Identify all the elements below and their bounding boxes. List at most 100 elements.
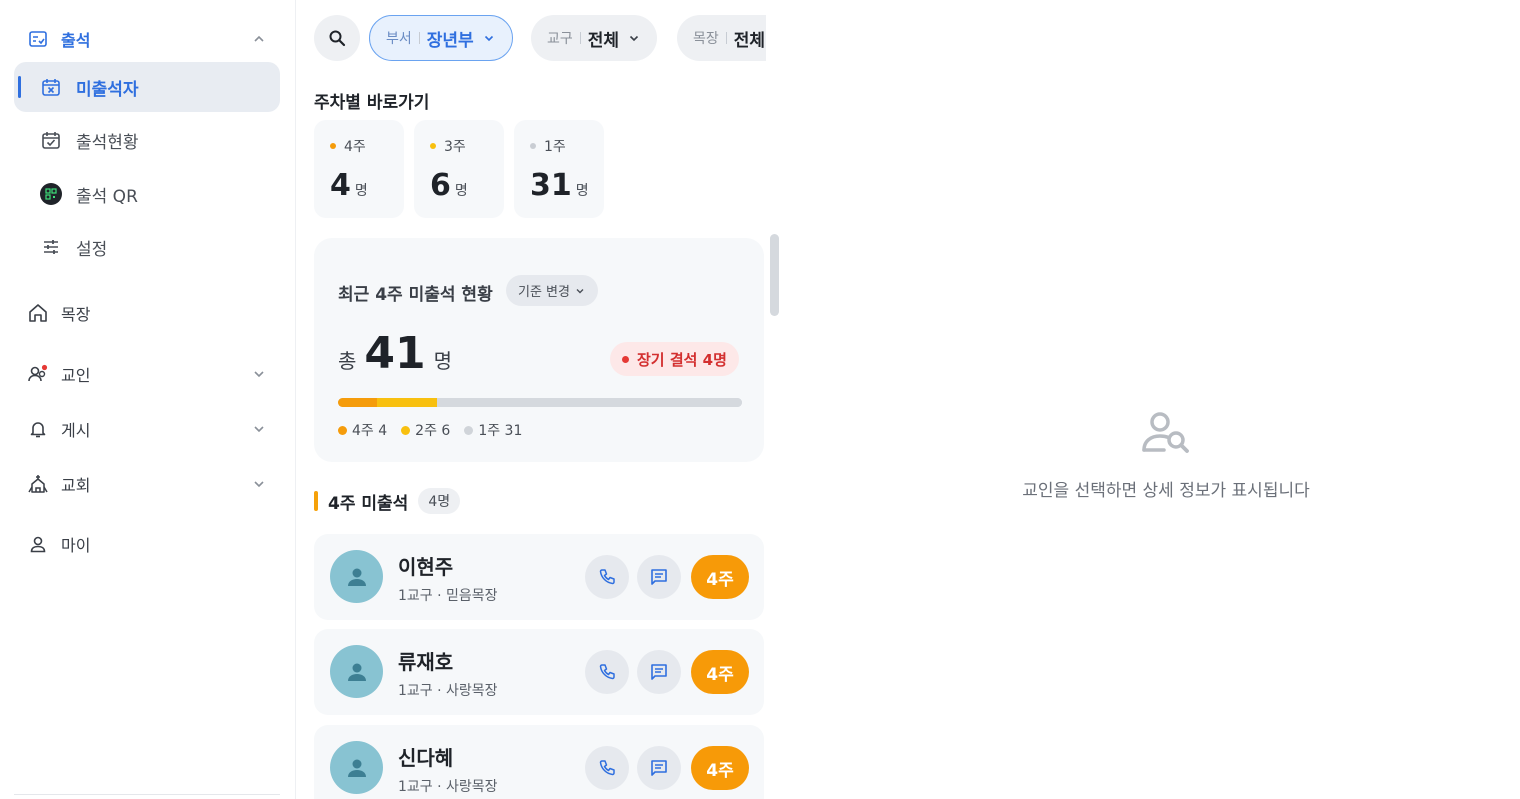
progress-segment-0 [338,398,378,407]
person-subtitle: 1교구 · 사랑목장 [398,683,498,699]
legend-label: 2주 6 [415,423,451,439]
legend-item-4w: 4주 4 [338,420,387,440]
filter-chip-parish[interactable]: 교구 전체 [531,15,658,61]
chevron-down-icon [484,35,493,42]
user-icon [27,533,49,555]
week-card-label: 1주 [530,136,588,156]
nav-group-cell[interactable]: 목장 [14,290,280,336]
legend-label: 4주 4 [352,423,388,439]
progress-legend: 4주 4 2주 6 1주 31 [338,420,536,440]
filter-separator [725,32,727,44]
legend-dot [338,425,347,435]
week-badge: 4주 [691,650,749,694]
nav-group-my-label: 마이 [61,536,91,555]
message-icon [651,760,667,776]
message-button[interactable] [637,650,681,694]
legend-dot [401,425,411,435]
user-silhouette-icon [347,568,366,586]
long-absence-badge[interactable]: 장기 결석 4명 [610,342,739,376]
users-icon [27,363,49,385]
sidebar-item-absentees-label: 미출석자 [76,79,139,100]
filter-value: 전체 [587,30,620,51]
nav-group-church[interactable]: 교회 [14,461,280,507]
avatar [330,645,383,698]
week-unit: 명 [454,183,468,199]
week-card-1[interactable]: 1주 31 명 [514,120,604,218]
message-button[interactable] [637,746,681,790]
absence-progress-bar [338,398,742,407]
phone-icon [599,664,615,680]
list-item[interactable]: 류재호 1교구 · 사랑목장 4주 [314,629,764,715]
week-dot [330,143,336,149]
user-search-icon [1142,412,1189,453]
total-prefix: 총 [338,349,357,373]
sidebar-item-qr-label: 출석 QR [76,186,138,207]
phone-icon [599,760,615,776]
person-name: 신다혜 [398,746,454,770]
week-card-count: 4명 [330,168,388,203]
call-button[interactable] [585,555,629,599]
scrollbar-thumb[interactable] [770,234,779,316]
call-button[interactable] [585,650,629,694]
list-header: 4주 미출석 4명 [314,488,461,514]
filter-value: 장년부 [426,30,474,51]
week-count: 31 [530,168,572,203]
nav-group-attendance-label: 출석 [61,31,91,50]
legend-item-2w: 2주 6 [401,420,450,440]
list-item[interactable]: 이현주 1교구 · 믿음목장 4주 [314,534,764,620]
week-unit: 명 [354,183,368,199]
nav-group-attendance[interactable]: 출석 [14,16,280,62]
week-card-3[interactable]: 3주 6명 [414,120,504,218]
week-card-count: 6명 [430,168,488,203]
filter-chip-cell[interactable]: 목장 전체 [677,15,766,61]
user-silhouette-icon [347,759,366,777]
search-button[interactable] [314,15,360,61]
week-badge: 4주 [691,746,749,790]
filter-key: 부서 [386,31,412,47]
sidebar-item-settings[interactable]: 설정 [14,222,280,272]
sidebar-item-qr[interactable]: 출석 QR [14,169,280,219]
message-button[interactable] [637,555,681,599]
filter-separator [579,32,581,44]
summary-title: 최근 4주 미출석 현황 [338,285,493,305]
alert-dot [622,355,629,363]
nav-group-cell-label: 목장 [61,305,91,324]
weekly-shortcut-title: 주차별 바로가기 [314,93,430,113]
home-icon [27,302,49,324]
criteria-change-label: 기준 변경 [518,285,570,300]
member-detail-empty-state: 교인을 선택하면 상세 정보가 표시됩니다 [780,0,1520,799]
nav-group-board-label: 게시 [61,421,91,440]
sliders-icon [40,236,62,258]
total-unit: 명 [433,349,453,373]
week-unit: 명 [575,183,589,199]
list-title: 4주 미출석 [328,493,409,514]
total-number: 41 [364,328,426,379]
list-header-accent [314,491,318,511]
week-label-text: 3주 [444,139,466,155]
chevron-down-icon [576,288,584,293]
criteria-change-button[interactable]: 기준 변경 [506,275,598,306]
sidebar-item-absentees[interactable]: 미출석자 [14,62,280,112]
sidebar-item-settings-label: 설정 [76,239,108,260]
nav-group-my[interactable]: 마이 [14,521,280,567]
week-dot [530,143,536,149]
message-icon [651,664,667,680]
sidebar-item-status[interactable]: 출석현황 [14,115,280,165]
nav-group-board[interactable]: 게시 [14,406,280,452]
sidebar-item-status-label: 출석현황 [76,132,139,153]
avatar [330,550,383,603]
user-silhouette-icon [347,663,366,681]
legend-label: 1주 31 [478,423,523,439]
call-button[interactable] [585,746,629,790]
legend-dot [464,425,474,435]
list-item[interactable]: 신다혜 1교구 · 사랑목장 4주 [314,725,764,799]
filter-chip-department[interactable]: 부서 장년부 [369,15,513,61]
week-dot [430,143,436,149]
filter-key: 목장 [693,31,719,47]
empty-state-message: 교인을 선택하면 상세 정보가 표시됩니다 [1022,481,1310,501]
nav-group-members[interactable]: 교인 [14,351,280,397]
chevron-down-icon [250,475,268,493]
total-count: 총 41 명 [338,328,452,379]
week-card-label: 3주 [430,136,488,156]
week-card-4[interactable]: 4주 4명 [314,120,404,218]
